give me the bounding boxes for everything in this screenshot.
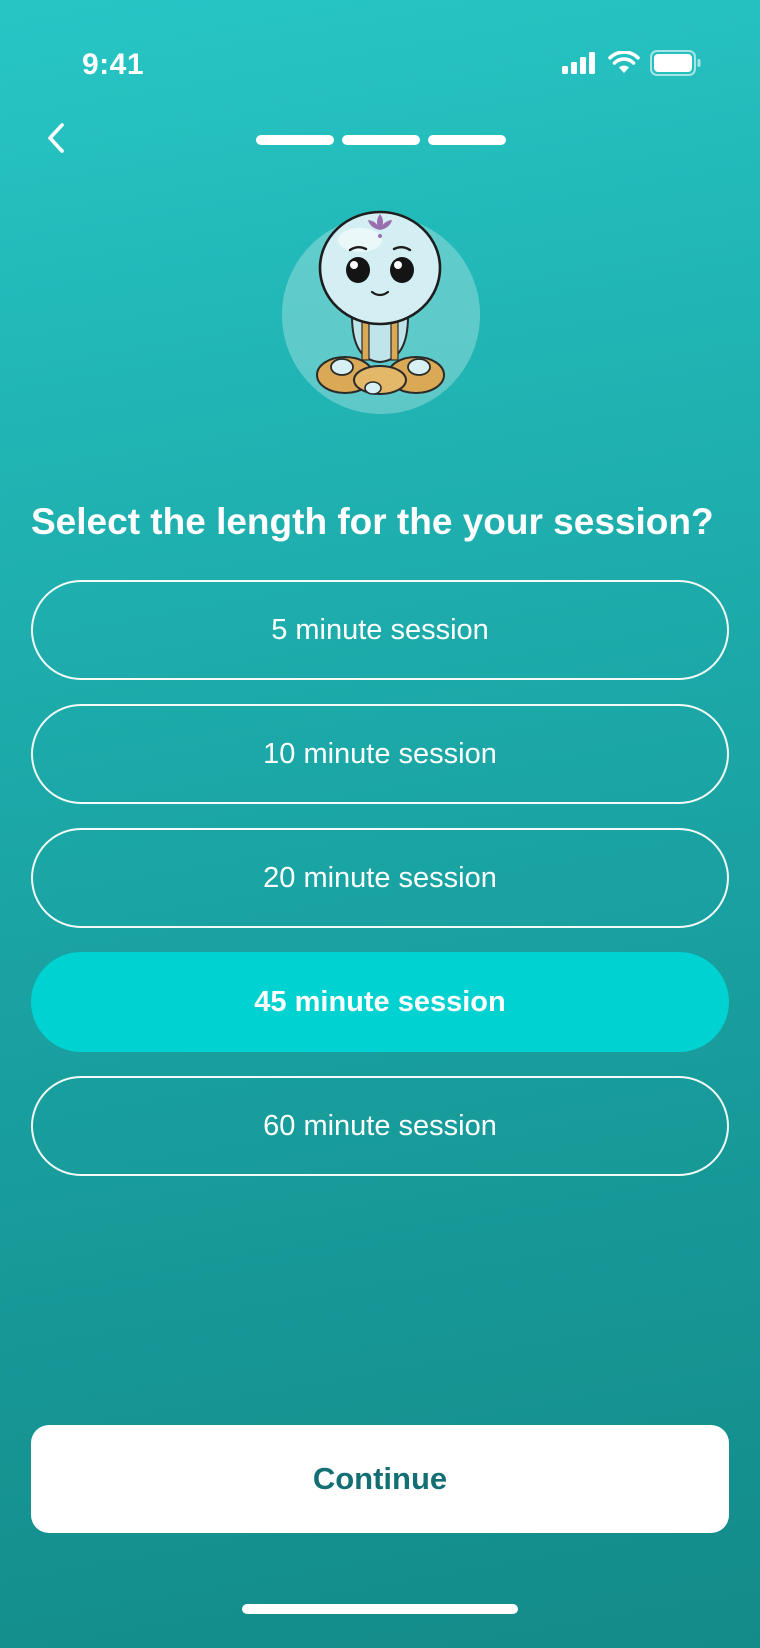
progress-indicator	[256, 135, 506, 145]
chevron-left-icon	[44, 120, 68, 161]
progress-step	[428, 135, 506, 145]
header	[0, 110, 760, 170]
cellular-signal-icon	[562, 52, 598, 79]
status-icons	[562, 50, 702, 81]
option-label: 10 minute session	[263, 737, 497, 770]
option-5-minute[interactable]: 5 minute session	[31, 580, 729, 680]
status-time: 9:41	[82, 48, 145, 81]
option-60-minute[interactable]: 60 minute session	[31, 1076, 729, 1176]
option-label: 60 minute session	[263, 1109, 497, 1142]
home-indicator	[242, 1604, 518, 1614]
session-length-screen: 9:41 Select the length for the your sess…	[0, 0, 760, 1648]
meditating-mascot-icon	[316, 210, 445, 395]
option-45-minute-selected[interactable]: 45 minute session	[31, 952, 729, 1052]
back-button[interactable]	[32, 116, 80, 164]
option-label: 20 minute session	[263, 861, 497, 894]
progress-step	[342, 135, 420, 145]
continue-button[interactable]: Continue	[31, 1425, 729, 1533]
option-20-minute[interactable]: 20 minute session	[31, 828, 729, 928]
option-10-minute[interactable]: 10 minute session	[31, 704, 729, 804]
mascot-illustration	[282, 200, 480, 414]
session-length-options: 5 minute session 10 minute session 20 mi…	[31, 580, 729, 1200]
battery-icon	[650, 50, 702, 81]
option-label: 5 minute session	[271, 613, 489, 646]
status-bar: 9:41	[0, 0, 760, 110]
question-title: Select the length for the your session?	[31, 501, 714, 542]
progress-step	[256, 135, 334, 145]
wifi-icon	[608, 50, 640, 80]
option-label: 45 minute session	[254, 985, 506, 1018]
